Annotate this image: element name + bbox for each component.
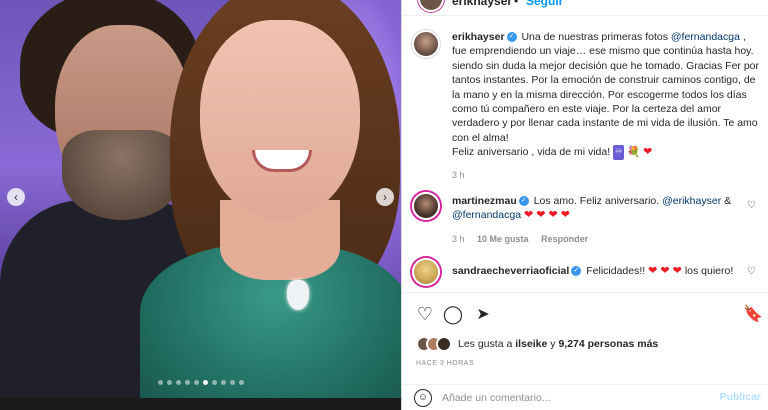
caption-time[interactable]: 3 h: [452, 168, 760, 182]
carousel-prev-button[interactable]: ‹: [7, 188, 25, 206]
likes-summary: Les gusta a ilseike y 9,274 personas más: [416, 336, 658, 352]
comment-text: martinezmau ✓ Los amo. Feliz aniversario.…: [452, 194, 742, 223]
photo-pendant: [287, 280, 309, 310]
reply-button[interactable]: Responder: [541, 234, 588, 244]
header-username[interactable]: erikhayser: [452, 0, 512, 8]
mention-link[interactable]: @fernandacga: [452, 209, 521, 221]
likes-prefix: Les gusta a: [458, 338, 513, 350]
caption-text-part2: , fue emprendiendo un viaje… ese mismo q…: [452, 31, 760, 144]
header-separator: •: [514, 0, 519, 8]
carousel-dot: [193, 380, 199, 385]
follow-button[interactable]: Seguir: [526, 0, 563, 8]
likes-text: Les gusta a ilseike y 9,274 personas más: [458, 338, 658, 350]
comment-text: sandraecheverriaoficial ✓ Felicidades!! ❤…: [452, 264, 742, 278]
post-photo[interactable]: ‹ ›: [0, 0, 401, 410]
carousel-dot: [238, 380, 244, 385]
mention-link[interactable]: @erikhayser: [662, 195, 721, 207]
post-panel: erikhayser • Seguir erikhayser ✓ Una de n…: [401, 0, 768, 410]
comment-likes[interactable]: 10 Me gusta: [477, 234, 529, 244]
post-timestamp[interactable]: HACE 3 HORAS: [416, 360, 474, 367]
verified-icon: ✓: [518, 196, 529, 207]
publish-button[interactable]: Publicar: [720, 391, 761, 403]
mention-link[interactable]: @fernandacga: [671, 31, 740, 43]
bookmark-icon[interactable]: 🔖: [742, 303, 764, 325]
comment-body: Los amo. Feliz aniversario.: [533, 195, 660, 207]
verified-icon: ✓: [506, 32, 517, 43]
carousel-dot: [184, 380, 190, 385]
carousel-dot: [211, 380, 217, 385]
share-icon[interactable]: ➤: [472, 303, 494, 325]
comment-input[interactable]: [442, 389, 702, 407]
caption-username[interactable]: erikhayser: [452, 31, 505, 43]
carousel-dot: [157, 380, 163, 385]
comment-amp: &: [724, 195, 732, 207]
avatar[interactable]: [412, 192, 440, 220]
avatar[interactable]: [412, 30, 440, 58]
carousel-dot: [220, 380, 226, 385]
carousel-next-button[interactable]: ›: [376, 188, 394, 206]
caption-text-part1: Una de nuestras primeras fotos: [521, 31, 668, 43]
caption-text-part3: Feliz aniversario , vida de mi vida!: [452, 146, 611, 159]
photo-bottom-bar: [0, 398, 401, 410]
infinity-emoji-icon: ♾: [613, 145, 625, 160]
carousel-dot: [202, 380, 208, 385]
avatar[interactable]: [436, 336, 452, 352]
post-header: erikhayser • Seguir: [402, 0, 768, 16]
verified-icon: ✓: [571, 266, 582, 277]
caption-text: erikhayser ✓ Una de nuestras primeras fot…: [452, 30, 760, 182]
likes-count[interactable]: 9,274 personas más: [558, 338, 658, 350]
emoji-icon[interactable]: ☺: [414, 389, 432, 407]
carousel-dot: [166, 380, 172, 385]
post-actions: ♡ ◯ ➤ 🔖: [402, 292, 768, 332]
carousel-dot: [229, 380, 235, 385]
chevron-left-icon: ‹: [14, 190, 18, 204]
like-icon[interactable]: ♡: [414, 303, 436, 325]
comment-username[interactable]: sandraecheverriaoficial: [452, 265, 569, 277]
comment-like-icon[interactable]: ♡: [747, 266, 756, 277]
comment-time[interactable]: 3 h: [452, 234, 465, 244]
add-comment-bar: ☺ Publicar: [402, 384, 768, 410]
heart-emoji-icon: ❤: [643, 146, 653, 159]
comment-body: Felicidades!!: [586, 265, 646, 277]
comment-body-after: los quiero!: [684, 265, 734, 277]
likes-user[interactable]: ilseike: [515, 338, 547, 350]
flower-emoji-icon: 💐: [627, 146, 641, 159]
comment-meta: 3 h 10 Me gusta Responder: [452, 234, 598, 244]
comment-username[interactable]: martinezmau: [452, 195, 517, 207]
comment-icon[interactable]: ◯: [442, 303, 464, 325]
avatar[interactable]: [412, 258, 440, 286]
likes-middle: y: [550, 338, 556, 350]
carousel-indicator: [0, 380, 401, 385]
heart-emoji-icon: ❤ ❤ ❤: [648, 265, 682, 277]
chevron-right-icon: ›: [383, 190, 387, 204]
heart-emoji-icon: ❤ ❤ ❤ ❤: [523, 209, 571, 222]
carousel-dot: [175, 380, 181, 385]
comment-like-icon[interactable]: ♡: [747, 200, 756, 211]
photo-man-beard: [62, 130, 182, 220]
avatar[interactable]: [418, 0, 444, 12]
photo-woman-face: [200, 20, 360, 220]
